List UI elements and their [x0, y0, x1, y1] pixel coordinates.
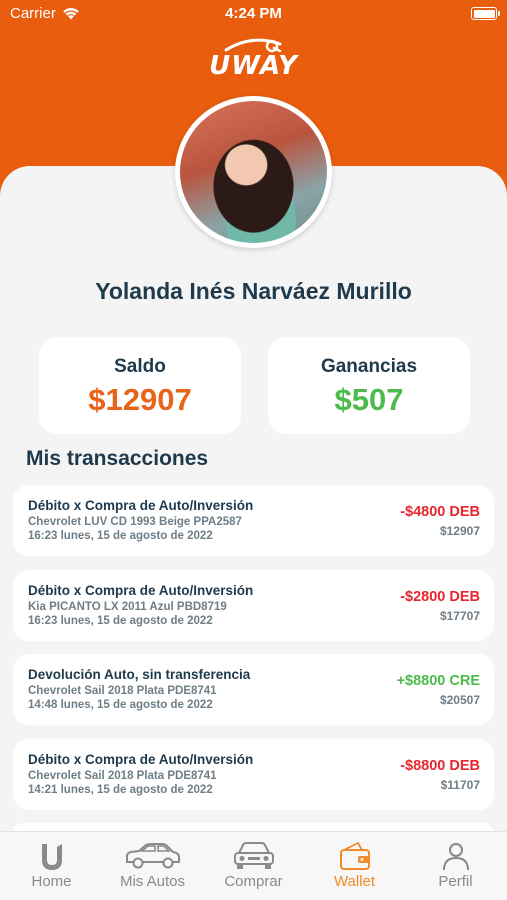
saldo-value: $12907 — [88, 382, 192, 417]
transaction-item[interactable]: Débito x Compra de Auto/Inversión Chevro… — [13, 485, 494, 556]
profile-avatar — [175, 96, 332, 248]
car-icon — [125, 843, 180, 869]
tab-mis-autos-label: Mis Autos — [119, 873, 186, 890]
tab-home-label: Home — [31, 873, 72, 890]
saldo-label: Saldo — [114, 356, 166, 377]
wallet-icon — [339, 841, 370, 870]
transaction-amount: -$8800 DEB — [400, 758, 480, 774]
transaction-amount: +$8800 CRE — [396, 673, 480, 689]
transaction-date: 16:23 lunes, 15 de agosto de 2022 — [28, 615, 213, 627]
transaction-balance: $20507 — [439, 693, 480, 707]
tab-wallet-label: Wallet — [333, 873, 376, 890]
uway-logo: UWAY — [0, 36, 507, 81]
saldo-card: Saldo $12907 — [39, 337, 241, 434]
transaction-item[interactable]: Débito x Compra de Auto/Inversión Kia PI… — [13, 570, 494, 641]
tab-mis-autos[interactable]: Mis Autos — [102, 832, 203, 900]
ganancias-label: Ganancias — [320, 356, 418, 377]
transaction-title: Débito x Compra de Auto/Inversión — [28, 583, 254, 598]
transaction-vehicle: Chevrolet Sail 2018 Plata PDE8741 — [28, 770, 217, 782]
car-front-icon — [233, 842, 274, 869]
tab-perfil[interactable]: Perfil — [405, 832, 506, 900]
tab-wallet[interactable]: Wallet — [304, 832, 405, 900]
transaction-title: Devolución Auto, sin transferencia — [28, 667, 251, 682]
tab-bar: Home Mis Autos Comprar Wallet Perfil — [0, 831, 507, 900]
transaction-item[interactable]: Débito x Compra de Auto/Inversión Chevro… — [13, 739, 494, 810]
status-time: 4:24 PM — [225, 5, 282, 22]
status-bar: Carrier 4:24 PM — [0, 0, 507, 28]
transaction-title: Débito x Compra de Auto/Inversión — [28, 498, 254, 513]
transaction-amount: -$4800 DEB — [400, 504, 480, 520]
transaction-balance: $11707 — [440, 778, 480, 792]
transaction-vehicle: Chevrolet Sail 2018 Plata PDE8741 — [28, 685, 217, 697]
logo-text: UWAY — [209, 51, 298, 81]
person-icon — [442, 843, 469, 871]
transaction-balance: $12907 — [439, 524, 480, 538]
tab-home[interactable]: Home — [1, 832, 102, 900]
transaction-amount: -$2800 DEB — [400, 589, 480, 605]
transaction-vehicle: Chevrolet LUV CD 1993 Beige PPA2587 — [28, 516, 242, 528]
home-icon — [41, 844, 62, 870]
transaction-vehicle: Kia PICANTO LX 2011 Azul PBD8719 — [28, 601, 227, 613]
transaction-date: 14:48 lunes, 15 de agosto de 2022 — [28, 699, 213, 711]
transaction-item[interactable]: Devolución Auto, sin transferencia Chevr… — [13, 654, 494, 725]
transaction-date: 14:21 lunes, 15 de agosto de 2022 — [28, 784, 213, 796]
tab-comprar[interactable]: Comprar — [203, 832, 304, 900]
ganancias-card: Ganancias $507 — [268, 337, 470, 434]
tab-comprar-label: Comprar — [224, 873, 283, 890]
battery-icon — [471, 7, 500, 20]
transaction-date: 16:23 lunes, 15 de agosto de 2022 — [28, 530, 213, 542]
tab-perfil-label: Perfil — [438, 873, 473, 890]
transaction-balance: $17707 — [439, 609, 480, 623]
transactions-title: Mis transacciones — [26, 447, 209, 470]
user-name: Yolanda Inés Narváez Murillo — [95, 278, 412, 304]
transaction-title: Débito x Compra de Auto/Inversión — [28, 752, 254, 767]
ganancias-value: $507 — [334, 382, 404, 417]
